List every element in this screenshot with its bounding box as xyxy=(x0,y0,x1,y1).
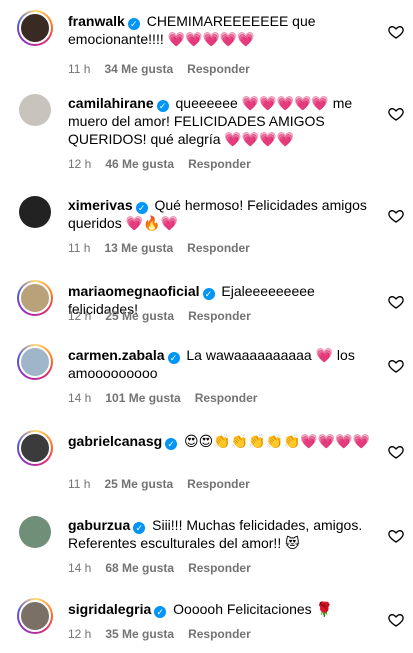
comment-body: Oooooh Felicitaciones 🌹 xyxy=(169,601,333,617)
likes-count[interactable]: 35 Me gusta xyxy=(105,627,174,641)
reply-button[interactable]: Responder xyxy=(187,477,250,491)
avatar[interactable] xyxy=(17,92,53,128)
comment-text: camilahirane ✓ queeeeee 💗💗💗💗💗 me muero de… xyxy=(68,94,383,148)
comment-meta: 14 h 101 Me gusta Responder xyxy=(68,390,271,406)
timestamp: 12 h xyxy=(68,309,92,323)
verified-badge-icon: ✓ xyxy=(156,100,169,112)
username-link[interactable]: franwalk xyxy=(68,13,125,29)
like-heart-icon[interactable] xyxy=(388,528,404,544)
username-link[interactable]: gabrielcanasg xyxy=(68,433,162,449)
avatar[interactable] xyxy=(17,10,53,46)
like-heart-icon[interactable] xyxy=(388,106,404,122)
comment-meta: 14 h 68 Me gusta Responder xyxy=(68,560,265,576)
verified-badge-icon: ✓ xyxy=(135,202,148,214)
avatar[interactable] xyxy=(17,514,53,550)
timestamp: 12 h xyxy=(68,157,92,171)
avatar-image xyxy=(19,432,51,464)
comment-meta: 12 h 46 Me gusta Responder xyxy=(68,156,265,172)
avatar-image xyxy=(19,12,51,44)
comment-meta: 12 h 35 Me gusta Responder xyxy=(68,626,265,642)
avatar-image xyxy=(19,516,51,548)
timestamp: 11 h xyxy=(68,62,91,76)
reply-button[interactable]: Responder xyxy=(188,309,251,323)
username-link[interactable]: sigridalegria xyxy=(68,601,151,617)
username-link[interactable]: carmen.zabala xyxy=(68,347,165,363)
avatar-image xyxy=(19,346,51,378)
likes-count[interactable]: 34 Me gusta xyxy=(104,62,173,76)
avatar[interactable] xyxy=(17,194,53,230)
verified-badge-icon: ✓ xyxy=(202,288,215,300)
likes-count[interactable]: 25 Me gusta xyxy=(105,309,174,323)
reply-button[interactable]: Responder xyxy=(195,391,258,405)
verified-badge-icon: ✓ xyxy=(167,352,180,364)
username-link[interactable]: mariaomegnaoficial xyxy=(68,283,200,299)
timestamp: 14 h xyxy=(68,391,92,405)
verified-badge-icon: ✓ xyxy=(127,18,140,30)
comment-text: franwalk ✓ CHEMIMAREEEEEEE que emocionant… xyxy=(68,12,383,48)
username-link[interactable]: gaburzua xyxy=(68,517,130,533)
comment-body: 😍😍👏👏👏👏👏💗💗💗💗 xyxy=(180,433,371,449)
likes-count[interactable]: 46 Me gusta xyxy=(105,157,174,171)
timestamp: 11 h xyxy=(68,241,91,255)
likes-count[interactable]: 68 Me gusta xyxy=(105,561,174,575)
timestamp: 14 h xyxy=(68,561,92,575)
avatar-image xyxy=(19,600,51,632)
like-heart-icon[interactable] xyxy=(388,444,404,460)
reply-button[interactable]: Responder xyxy=(188,627,251,641)
comment-meta: 11 h 13 Me gusta Responder xyxy=(68,240,264,256)
verified-badge-icon: ✓ xyxy=(165,438,178,450)
avatar[interactable] xyxy=(17,280,53,316)
username-link[interactable]: ximerivas xyxy=(68,197,133,213)
comment-meta: 12 h 25 Me gusta Responder xyxy=(68,308,265,324)
avatar-image xyxy=(19,282,51,314)
username-link[interactable]: camilahirane xyxy=(68,95,154,111)
like-heart-icon[interactable] xyxy=(388,24,404,40)
avatar[interactable] xyxy=(17,598,53,634)
avatar-image xyxy=(19,94,51,126)
likes-count[interactable]: 25 Me gusta xyxy=(104,477,173,491)
comment-text: ximerivas ✓ Qué hermoso! Felicidades amig… xyxy=(68,196,383,232)
reply-button[interactable]: Responder xyxy=(187,241,250,255)
like-heart-icon[interactable] xyxy=(388,612,404,628)
comment-meta: 11 h 34 Me gusta Responder xyxy=(68,61,264,77)
like-heart-icon[interactable] xyxy=(388,294,404,310)
comment-text: gabrielcanasg ✓ 😍😍👏👏👏👏👏💗💗💗💗 xyxy=(68,432,383,450)
likes-count[interactable]: 13 Me gusta xyxy=(104,241,173,255)
comment-text: carmen.zabala ✓ La wawaaaaaaaaaa 💗 los am… xyxy=(68,346,383,382)
reply-button[interactable]: Responder xyxy=(187,62,250,76)
reply-button[interactable]: Responder xyxy=(188,561,251,575)
comment-text: gaburzua ✓ Siii!!! Muchas felicidades, am… xyxy=(68,516,383,552)
likes-count[interactable]: 101 Me gusta xyxy=(105,391,180,405)
avatar[interactable] xyxy=(17,344,53,380)
like-heart-icon[interactable] xyxy=(388,208,404,224)
verified-badge-icon: ✓ xyxy=(133,522,146,534)
reply-button[interactable]: Responder xyxy=(188,157,251,171)
timestamp: 12 h xyxy=(68,627,92,641)
comment-meta: 11 h 25 Me gusta Responder xyxy=(68,476,264,492)
avatar[interactable] xyxy=(17,430,53,466)
like-heart-icon[interactable] xyxy=(388,358,404,374)
comment-text: sigridalegria ✓ Oooooh Felicitaciones 🌹 xyxy=(68,600,383,618)
avatar-image xyxy=(19,196,51,228)
verified-badge-icon: ✓ xyxy=(154,606,167,618)
timestamp: 11 h xyxy=(68,477,91,491)
